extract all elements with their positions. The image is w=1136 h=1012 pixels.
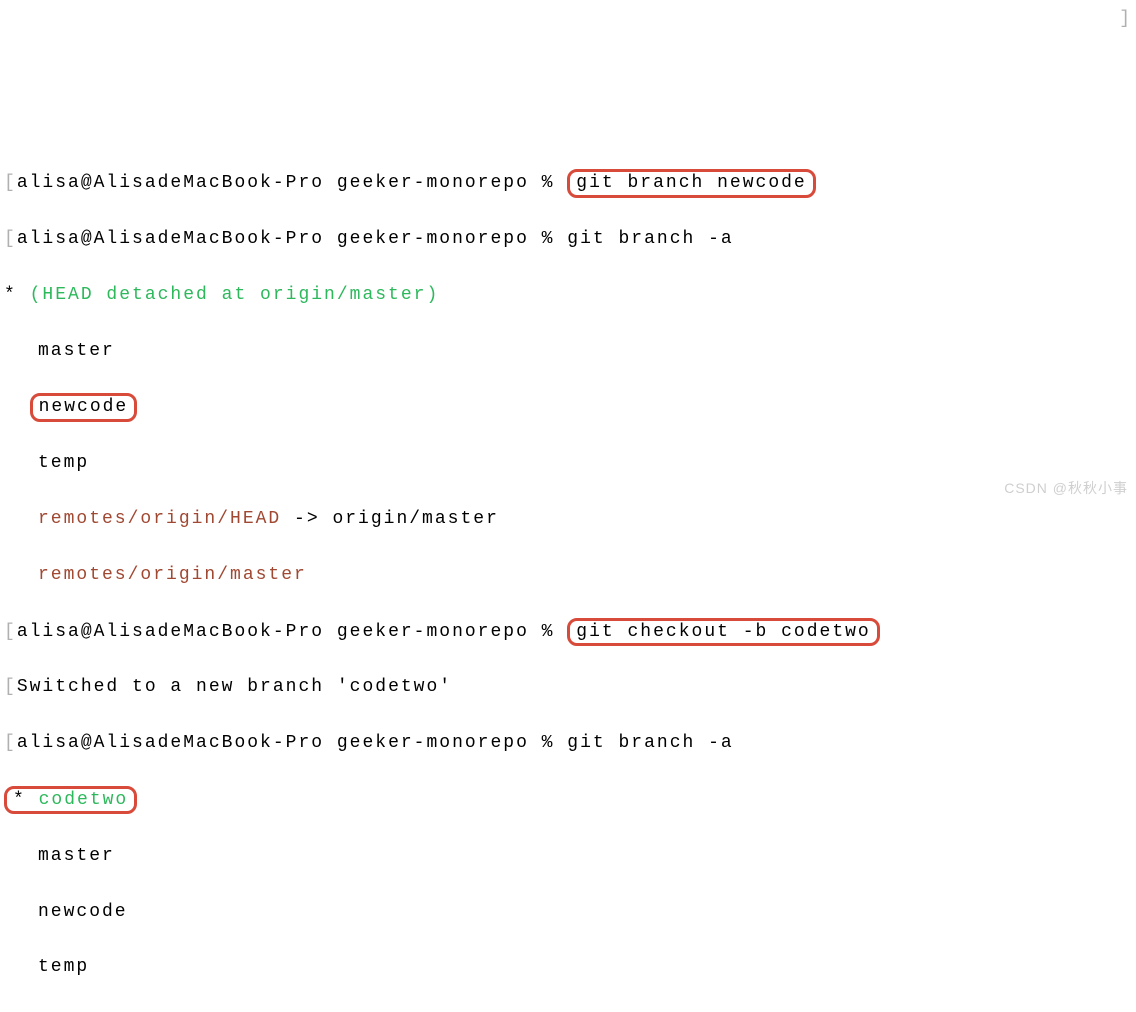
remote-item: remotes/origin/HEAD -> origin/master: [4, 506, 1132, 534]
remote-item: remotes/origin/HEAD -> origin/master: [4, 1010, 1132, 1012]
prompt-text: alisa@AlisadeMacBook-Pro geeker-monorepo…: [17, 173, 567, 193]
command-text: git branch -a: [567, 229, 733, 249]
arrow-target: -> origin/master: [281, 509, 499, 529]
bracket-open: [: [4, 733, 17, 753]
remote-item: remotes/origin/master: [4, 562, 1132, 590]
switch-msg: Switched to a new branch 'codetwo': [17, 677, 452, 697]
branch-item: temp: [4, 954, 1132, 982]
terminal-line: [alisa@AlisadeMacBook-Pro geeker-monorep…: [4, 618, 1132, 647]
right-bracket-stub: ]: [1119, 6, 1132, 34]
prompt-text: alisa@AlisadeMacBook-Pro geeker-monorepo…: [17, 622, 567, 642]
branch-item: newcode: [4, 899, 1132, 927]
current-branch-name: codetwo: [39, 790, 129, 810]
bracket-open: [: [4, 677, 17, 697]
remote-ref: remotes/origin/HEAD: [38, 509, 281, 529]
branch-current-line: * (HEAD detached at origin/master): [4, 282, 1132, 310]
branch-item: master: [4, 338, 1132, 366]
bracket-open: [: [4, 622, 17, 642]
highlighted-current-branch: * codetwo: [4, 786, 137, 815]
highlighted-branch: newcode: [30, 393, 138, 422]
highlighted-command: git branch newcode: [567, 169, 815, 198]
watermark-text: CSDN @秋秋小事: [1004, 478, 1128, 500]
command-text: git branch -a: [567, 733, 733, 753]
branch-item-highlighted: newcode: [4, 393, 1132, 422]
output-line: [Switched to a new branch 'codetwo': [4, 674, 1132, 702]
prompt-text: alisa@AlisadeMacBook-Pro geeker-monorepo…: [17, 733, 567, 753]
terminal-line: [alisa@AlisadeMacBook-Pro geeker-monorep…: [4, 730, 1132, 758]
branch-item: temp: [4, 450, 1132, 478]
star-marker: *: [4, 285, 30, 305]
detached-head-label: (HEAD detached at origin/master): [30, 285, 440, 305]
remote-ref: remotes/origin/master: [38, 565, 307, 585]
star-marker: *: [13, 790, 39, 810]
bracket-open: [: [4, 229, 17, 249]
branch-current-line-highlighted: * codetwo: [4, 786, 1132, 815]
bracket-open: [: [4, 173, 17, 193]
terminal-line: [alisa@AlisadeMacBook-Pro geeker-monorep…: [4, 169, 1132, 198]
terminal-line: [alisa@AlisadeMacBook-Pro geeker-monorep…: [4, 226, 1132, 254]
branch-item: master: [4, 843, 1132, 871]
highlighted-command: git checkout -b codetwo: [567, 618, 879, 647]
prompt-text: alisa@AlisadeMacBook-Pro geeker-monorepo…: [17, 229, 567, 249]
